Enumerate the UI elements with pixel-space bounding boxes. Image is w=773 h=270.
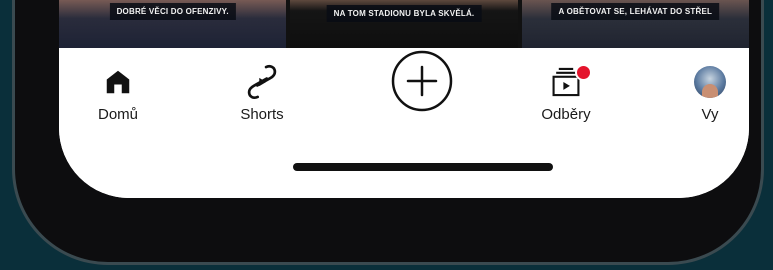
phone-frame: DOBRÉ VĚCI DO OFENZIVY. TC NA TOM STADIO… — [12, 0, 764, 265]
nav-home[interactable]: Domů — [73, 60, 163, 123]
home-indicator-bar[interactable] — [293, 163, 553, 171]
nav-create-button[interactable] — [377, 50, 467, 112]
nav-shorts[interactable]: Shorts — [217, 60, 307, 123]
nav-you[interactable]: Vy — [665, 60, 749, 123]
shorts-thumbnail-row: DOBRÉ VĚCI DO OFENZIVY. TC NA TOM STADIO… — [59, 0, 749, 48]
avatar — [665, 60, 749, 104]
phone-screen: DOBRÉ VĚCI DO OFENZIVY. TC NA TOM STADIO… — [59, 0, 749, 198]
subscriptions-icon — [521, 60, 611, 104]
nav-subscriptions[interactable]: Odběry — [521, 60, 611, 123]
thumbnail-caption: DOBRÉ VĚCI DO OFENZIVY. — [109, 3, 236, 20]
nav-subscriptions-label: Odběry — [541, 106, 591, 123]
nav-shorts-label: Shorts — [240, 106, 284, 123]
shorts-icon — [217, 60, 307, 104]
plus-circle-icon — [377, 50, 467, 112]
nav-home-label: Domů — [97, 106, 138, 123]
thumbnail-caption: A OBĚTOVAT SE, LEHÁVAT DO STŘEL — [551, 3, 720, 20]
home-icon — [73, 60, 163, 104]
bottom-navigation-bar: Domů Shorts Odběry Vy — [59, 48, 749, 198]
thumbnail-caption: NA TOM STADIONU BYLA SKVĚLÁ. — [326, 5, 482, 22]
notification-badge — [575, 64, 592, 81]
nav-you-label: Vy — [701, 106, 719, 123]
short-thumbnail[interactable]: A OBĚTOVAT SE, LEHÁVAT DO STŘEL — [521, 0, 749, 48]
short-thumbnail[interactable]: TC NA TOM STADIONU BYLA SKVĚLÁ. — [290, 0, 518, 48]
short-thumbnail[interactable]: DOBRÉ VĚCI DO OFENZIVY. — [59, 0, 287, 48]
